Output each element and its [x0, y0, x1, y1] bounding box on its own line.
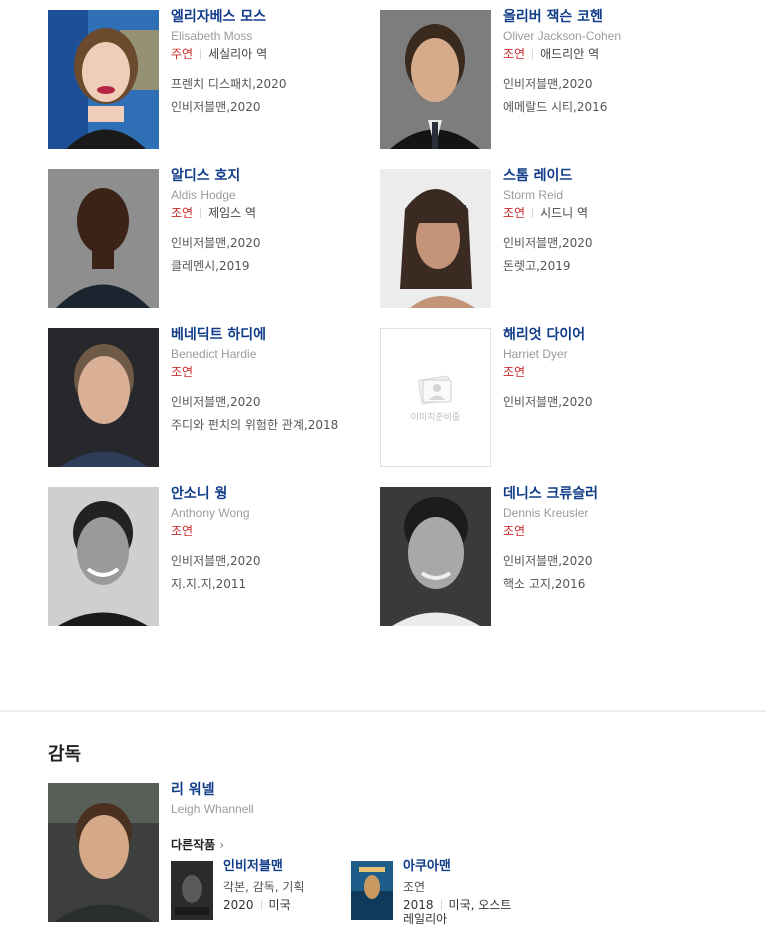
work-item[interactable]: 인비저블맨,2020: [503, 550, 703, 573]
work-item[interactable]: 인비저블맨,2020: [171, 232, 371, 255]
film-poster[interactable]: [171, 861, 213, 920]
portrait-image: [48, 487, 159, 626]
character-name: 제임스 역: [208, 206, 257, 220]
work-item[interactable]: 돈렛고,2019: [503, 255, 703, 278]
work-item[interactable]: 지.지.지,2011: [171, 573, 371, 596]
actor-photo[interactable]: 이미지준비중: [380, 328, 491, 467]
portrait-image: [380, 169, 491, 308]
role-label: 조연: [171, 365, 194, 379]
cast-card: 데니스 크류슬러 Dennis Kreusler 조연 인비저블맨,2020 핵…: [380, 484, 703, 627]
cast-card: 알디스 호지 Aldis Hodge 조연 제임스 역 인비저블맨,2020 클레…: [48, 166, 371, 309]
image-placeholder-icon: [417, 375, 452, 405]
divider: [260, 900, 262, 910]
portrait-image: [48, 783, 159, 922]
actor-name[interactable]: 올리버 잭슨 코헨: [503, 7, 703, 27]
actor-photo[interactable]: [380, 487, 491, 626]
actor-english-name: Dennis Kreusler: [503, 506, 589, 520]
chevron-right-icon: ›: [219, 838, 225, 852]
actor-english-name: Storm Reid: [503, 188, 564, 202]
actor-name[interactable]: 해리엇 다이어: [503, 325, 703, 345]
actor-photo[interactable]: [380, 10, 491, 149]
director-photo[interactable]: [48, 783, 159, 922]
role-label: 주연: [171, 47, 194, 61]
cast-card: 이미지준비중 해리엇 다이어 Harriet Dyer 조연 인비저블맨,202…: [380, 325, 703, 468]
actor-name[interactable]: 엘리자베스 모스: [171, 7, 371, 27]
character-name: 시드니 역: [540, 206, 589, 220]
work-item[interactable]: 인비저블맨,2020: [171, 96, 371, 119]
role-label: 조연: [171, 206, 194, 220]
actor-english-name: Aldis Hodge: [171, 188, 236, 202]
character-name: 세실리아 역: [208, 47, 268, 61]
section-title-director: 감독: [48, 744, 82, 765]
role-label: 조연: [503, 47, 526, 61]
film-year: 2018: [403, 898, 434, 912]
work-item[interactable]: 인비저블맨,2020: [171, 391, 371, 414]
other-works-link[interactable]: 다른작품 ›: [171, 836, 224, 853]
film-country: 미국: [268, 898, 291, 912]
work-item[interactable]: 인비저블맨,2020: [503, 73, 703, 96]
actor-photo[interactable]: [380, 169, 491, 308]
cast-card: 베네딕트 하디에 Benedict Hardie 조연 인비저블맨,2020 주…: [48, 325, 371, 468]
film-title[interactable]: 인비저블맨: [223, 858, 305, 876]
work-item[interactable]: 프렌치 디스패치,2020: [171, 73, 371, 96]
film-title[interactable]: 아쿠아맨: [403, 858, 515, 876]
poster-image: [351, 861, 393, 920]
work-item[interactable]: 인비저블맨,2020: [171, 550, 371, 573]
character-name: 애드리안 역: [540, 47, 600, 61]
actor-english-name: Benedict Hardie: [171, 347, 257, 361]
divider: [200, 208, 202, 218]
other-works-label: 다른작품: [171, 838, 216, 852]
portrait-image: [48, 328, 159, 467]
portrait-image: [380, 487, 491, 626]
section-divider: [0, 710, 766, 712]
work-item[interactable]: 주디와 펀치의 위험한 관계,2018: [171, 414, 371, 437]
film-year: 2020: [223, 898, 254, 912]
actor-english-name: Harriet Dyer: [503, 347, 568, 361]
divider: [200, 49, 202, 59]
role-label: 조연: [503, 206, 526, 220]
divider: [532, 208, 534, 218]
cast-card: 스톰 레이드 Storm Reid 조연 시드니 역 인비저블맨,2020 돈렛고…: [380, 166, 703, 309]
actor-name[interactable]: 스톰 레이드: [503, 166, 703, 186]
work-item[interactable]: 인비저블맨,2020: [503, 232, 703, 255]
actor-english-name: Anthony Wong: [171, 506, 250, 520]
actor-name[interactable]: 알디스 호지: [171, 166, 371, 186]
actor-photo[interactable]: [48, 169, 159, 308]
actor-name[interactable]: 베네딕트 하디에: [171, 325, 371, 345]
film-credits: 각본, 감독, 기획: [223, 880, 305, 894]
actor-photo[interactable]: [48, 10, 159, 149]
role-label: 조연: [503, 524, 526, 538]
director-name[interactable]: 리 워넬: [171, 780, 254, 800]
portrait-image: [48, 169, 159, 308]
role-label: 조연: [503, 365, 526, 379]
film-poster[interactable]: [351, 861, 393, 920]
image-placeholder-text: 이미지준비중: [410, 413, 461, 423]
work-item[interactable]: 에메랄드 시티,2016: [503, 96, 703, 119]
actor-name[interactable]: 안소니 웡: [171, 484, 371, 504]
cast-card: 올리버 잭슨 코헨 Oliver Jackson-Cohen 조연 애드리안 역 …: [380, 7, 703, 150]
work-item[interactable]: 핵소 고지,2016: [503, 573, 703, 596]
actor-photo[interactable]: [48, 328, 159, 467]
actor-name[interactable]: 데니스 크류슬러: [503, 484, 703, 504]
cast-card: 안소니 웡 Anthony Wong 조연 인비저블맨,2020 지.지.지,2…: [48, 484, 371, 627]
actor-english-name: Oliver Jackson-Cohen: [503, 29, 622, 43]
director-english-name: Leigh Whannell: [171, 802, 254, 816]
role-label: 조연: [171, 524, 194, 538]
portrait-image: [380, 10, 491, 149]
actor-english-name: Elisabeth Moss: [171, 29, 253, 43]
actor-photo[interactable]: [48, 487, 159, 626]
poster-image: [171, 861, 213, 920]
work-item[interactable]: 인비저블맨,2020: [503, 391, 703, 414]
film-credits: 조연: [403, 880, 426, 894]
portrait-image: [48, 10, 159, 149]
divider: [440, 900, 442, 910]
divider: [532, 49, 534, 59]
cast-card: 엘리자베스 모스 Elisabeth Moss 주연 세실리아 역 프렌치 디스패…: [48, 7, 371, 150]
work-item[interactable]: 클레멘시,2019: [171, 255, 371, 278]
